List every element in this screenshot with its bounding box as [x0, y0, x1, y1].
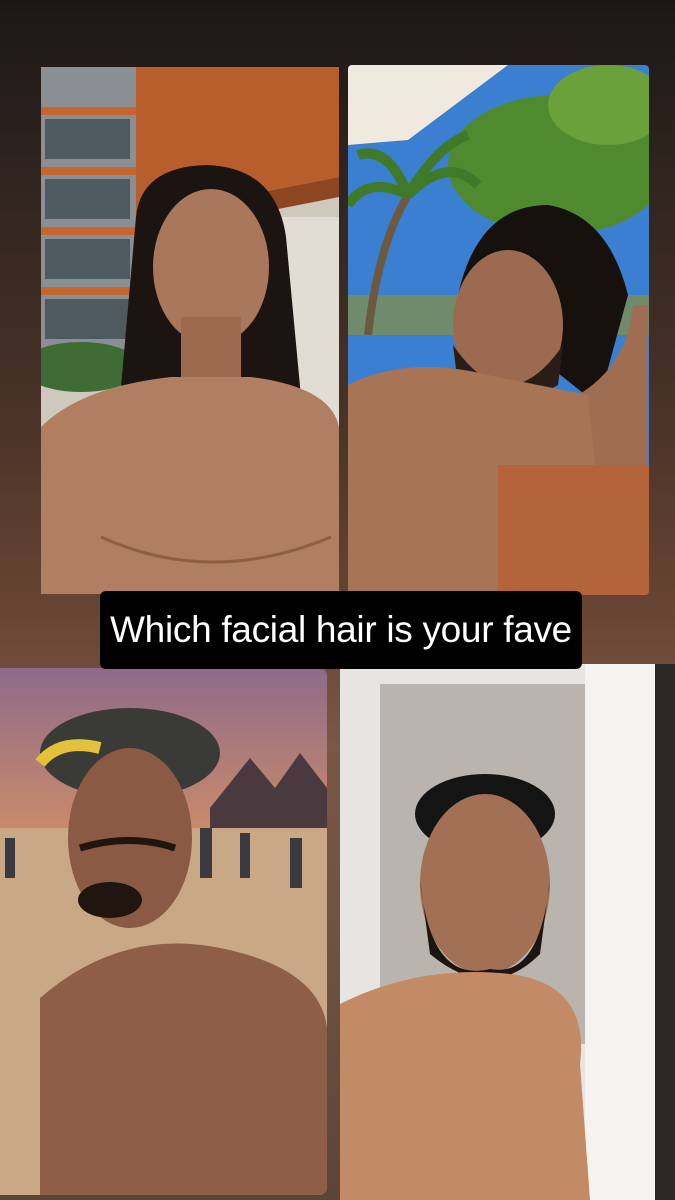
photo-headwrap-goatee-beach-sunset: [0, 668, 327, 1195]
photo-cap-full-beard-doorway: [340, 664, 675, 1200]
story-frame: Which facial hair is your fave: [0, 0, 675, 1200]
photo-long-wavy-hair-balcony: [41, 67, 339, 594]
caption-text: Which facial hair is your fave: [100, 591, 582, 669]
photo-long-hair-beard-palm-trees: [348, 65, 649, 595]
